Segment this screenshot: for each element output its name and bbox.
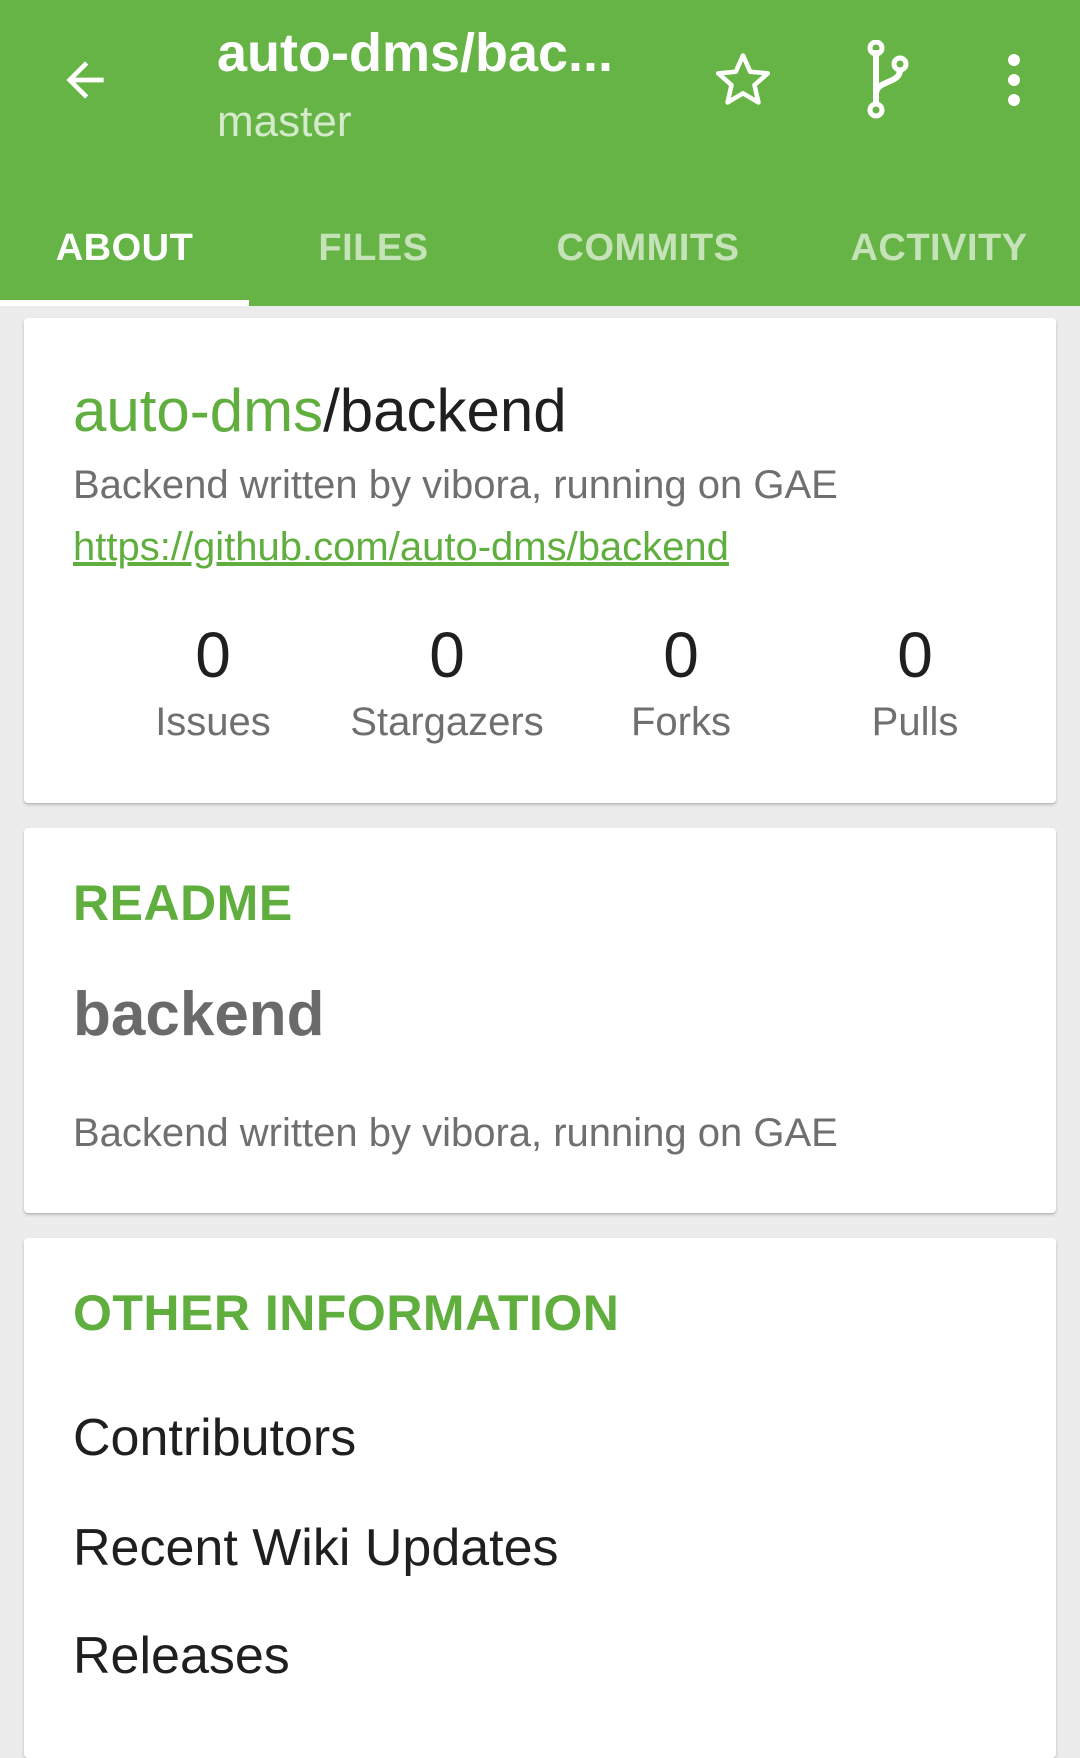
star-outline-icon <box>715 53 771 105</box>
other-information-heading: OTHER INFORMATION <box>73 1285 620 1341</box>
issues-count: 0 <box>195 619 231 691</box>
app-bar: auto-dms/bac... master ABOUT FILES COMMI… <box>0 0 1080 306</box>
pulls-count: 0 <box>897 619 933 691</box>
star-button[interactable] <box>703 40 783 120</box>
stargazers-count: 0 <box>429 619 465 691</box>
more-options-button[interactable] <box>974 40 1054 120</box>
repo-full-name: auto-dms/backend <box>73 376 567 446</box>
branch-button[interactable] <box>848 40 928 120</box>
readme-heading: README <box>73 875 293 931</box>
releases-item[interactable]: Releases <box>73 1621 1013 1691</box>
pulls-stat[interactable]: 0 Pulls <box>798 618 1032 748</box>
contributors-item[interactable]: Contributors <box>73 1403 1013 1473</box>
tab-activity[interactable]: ACTIVITY <box>798 190 1080 306</box>
git-branch-icon <box>867 40 909 119</box>
repo-owner-link[interactable]: auto-dms <box>73 377 323 444</box>
recent-wiki-updates-item[interactable]: Recent Wiki Updates <box>73 1513 1013 1583</box>
back-button[interactable] <box>45 40 125 120</box>
more-vert-icon <box>1008 54 1020 106</box>
forks-stat[interactable]: 0 Forks <box>564 618 798 748</box>
arrow-back-icon <box>66 61 104 99</box>
issues-label: Issues <box>155 700 271 744</box>
tab-about[interactable]: ABOUT <box>0 190 249 306</box>
tab-bar: ABOUT FILES COMMITS ACTIVITY <box>0 190 1080 306</box>
repo-summary-card: auto-dms/backend Backend written by vibo… <box>24 318 1056 803</box>
repo-separator: / <box>323 377 340 444</box>
forks-count: 0 <box>663 619 699 691</box>
readme-title: backend <box>73 980 325 1049</box>
readme-body: Backend written by vibora, running on GA… <box>73 1111 838 1155</box>
repo-name: backend <box>339 377 567 444</box>
tab-commits[interactable]: COMMITS <box>498 190 798 306</box>
page-title: auto-dms/bac... <box>217 23 614 83</box>
repo-url-link[interactable]: https://github.com/auto-dms/backend <box>73 522 729 572</box>
active-tab-indicator <box>0 300 249 306</box>
other-information-card: OTHER INFORMATION Contributors Recent Wi… <box>24 1238 1056 1758</box>
pulls-label: Pulls <box>871 700 959 744</box>
stargazers-stat[interactable]: 0 Stargazers <box>330 618 564 748</box>
stargazers-label: Stargazers <box>350 700 544 744</box>
repo-description: Backend written by vibora, running on GA… <box>73 463 838 507</box>
forks-label: Forks <box>631 700 731 744</box>
readme-card: README backend Backend written by vibora… <box>24 828 1056 1213</box>
tab-files[interactable]: FILES <box>249 190 498 306</box>
issues-stat[interactable]: 0 Issues <box>96 618 330 748</box>
branch-subtitle: master <box>217 97 352 146</box>
